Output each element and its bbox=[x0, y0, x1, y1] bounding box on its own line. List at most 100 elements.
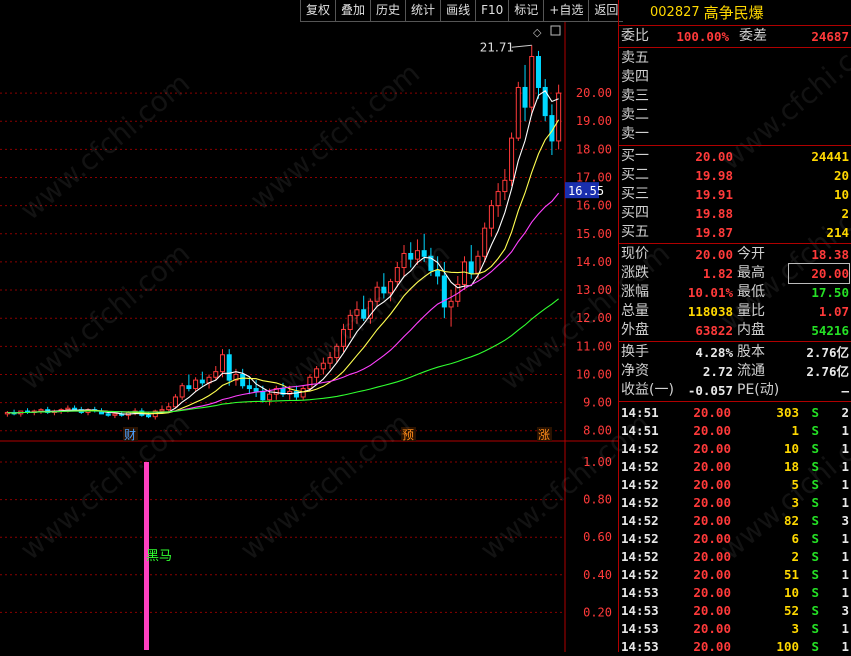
statistics-button[interactable]: 统计 bbox=[405, 0, 441, 22]
tick-price: 20.00 bbox=[693, 549, 731, 564]
price-axis-label: 16.00 bbox=[576, 199, 612, 213]
quote-row: 买五 19.87 214 bbox=[619, 223, 851, 242]
event-marker-forecast: 预 bbox=[402, 428, 414, 442]
ma5-line bbox=[7, 90, 559, 415]
tick-volume: 3 bbox=[791, 495, 799, 510]
candle-body bbox=[253, 388, 259, 392]
tick-time: 14:52 bbox=[621, 549, 659, 564]
candle-body bbox=[435, 269, 441, 277]
price-axis-label: 10.00 bbox=[576, 367, 612, 381]
quote-panel: 002827 高争民爆 委比 100.00% 委差 24687 卖五 卖四 卖三 卖二 卖一 买一… bbox=[618, 0, 851, 654]
tick-volume: 82 bbox=[783, 513, 799, 528]
buy-level-volume: 2 bbox=[841, 206, 849, 221]
candle-body bbox=[105, 413, 111, 416]
price-axis-label: 14.00 bbox=[576, 255, 612, 269]
quote-row: 收益(一) -0.057 PE(动) – bbox=[619, 381, 851, 400]
candle-body bbox=[475, 255, 481, 274]
candle-body bbox=[468, 261, 474, 274]
price-axis-label: 12.00 bbox=[576, 311, 612, 325]
tick-row[interactable]: 14:53 20.00 100 S 1 bbox=[619, 638, 851, 656]
candle-body bbox=[495, 191, 501, 207]
candle-body bbox=[482, 227, 488, 257]
quote-row: 卖五 bbox=[619, 49, 851, 68]
tick-row[interactable]: 14:52 20.00 10 S 1 bbox=[619, 440, 851, 458]
stat-value: 18.38 bbox=[811, 247, 849, 262]
stat-value: 20.00 bbox=[788, 263, 850, 284]
buy-level-volume: 214 bbox=[826, 225, 849, 240]
candle-body bbox=[441, 275, 447, 308]
indicator-axis-label: 0.80 bbox=[583, 493, 612, 507]
stock-name: 高争民爆 bbox=[703, 4, 764, 22]
tick-row[interactable]: 14:51 20.00 1 S 1 bbox=[619, 422, 851, 440]
tick-count: 2 bbox=[841, 405, 849, 420]
tick-volume: 18 bbox=[783, 459, 799, 474]
candle-body bbox=[488, 205, 494, 229]
tick-row[interactable]: 14:52 20.00 5 S 1 bbox=[619, 476, 851, 494]
tick-row[interactable]: 14:51 20.00 303 S 2 bbox=[619, 404, 851, 422]
candle-body bbox=[421, 250, 427, 257]
sell-level-label: 卖四 bbox=[621, 69, 649, 85]
diamond-icon: ◇ bbox=[533, 26, 542, 39]
candle-body bbox=[219, 354, 226, 373]
tick-count: 1 bbox=[841, 621, 849, 636]
mark-button[interactable]: 标记 bbox=[508, 0, 544, 22]
candle-body bbox=[226, 354, 232, 381]
candle-body bbox=[65, 407, 71, 411]
tick-side: S bbox=[811, 477, 819, 492]
candle-body bbox=[515, 86, 521, 139]
tick-row[interactable]: 14:52 20.00 18 S 1 bbox=[619, 458, 851, 476]
tick-row[interactable]: 14:52 20.00 82 S 3 bbox=[619, 512, 851, 530]
tick-volume: 1 bbox=[791, 423, 799, 438]
stock-header: 002827 高争民爆 bbox=[619, 0, 851, 26]
tick-row[interactable]: 14:53 20.00 10 S 1 bbox=[619, 584, 851, 602]
tick-count: 1 bbox=[841, 567, 849, 582]
tick-row[interactable]: 14:52 20.00 6 S 1 bbox=[619, 530, 851, 548]
kline-chart-svg[interactable]: 20.0019.0018.0017.0016.0015.0014.0013.00… bbox=[0, 0, 618, 652]
overlay-button[interactable]: 叠加 bbox=[335, 0, 371, 22]
restore-rights-button[interactable]: 复权 bbox=[300, 0, 336, 22]
candle-body bbox=[307, 376, 313, 390]
candle-body bbox=[193, 379, 199, 390]
tick-side: S bbox=[811, 567, 819, 582]
fin-label: 股本 bbox=[737, 344, 765, 360]
tick-volume: 100 bbox=[776, 639, 799, 654]
tick-volume: 10 bbox=[783, 441, 799, 456]
tick-row[interactable]: 14:53 20.00 52 S 3 bbox=[619, 602, 851, 620]
tick-volume: 52 bbox=[783, 603, 799, 618]
tick-side: S bbox=[811, 423, 819, 438]
tick-count: 3 bbox=[841, 603, 849, 618]
candle-body bbox=[179, 385, 185, 398]
candle-body bbox=[240, 373, 246, 387]
price-axis-label: 8.00 bbox=[583, 424, 612, 438]
draw-line-button[interactable]: 画线 bbox=[440, 0, 476, 22]
tick-price: 20.00 bbox=[693, 459, 731, 474]
tick-row[interactable]: 14:52 20.00 51 S 1 bbox=[619, 566, 851, 584]
signal-label: 黑马 bbox=[146, 549, 172, 564]
candle-body bbox=[340, 328, 347, 347]
order-ratio-label: 委比 bbox=[621, 28, 649, 44]
candle-body bbox=[327, 357, 333, 364]
tick-count: 1 bbox=[841, 441, 849, 456]
candle-body bbox=[381, 286, 387, 294]
candle-body bbox=[267, 393, 273, 401]
ma20-line bbox=[7, 192, 560, 414]
quote-row: 卖三 bbox=[619, 87, 851, 106]
tick-row[interactable]: 14:52 20.00 2 S 1 bbox=[619, 548, 851, 566]
tick-row[interactable]: 14:52 20.00 3 S 1 bbox=[619, 494, 851, 512]
quote-row: 净资 2.72 流通 2.76亿 bbox=[619, 362, 851, 381]
tick-price: 20.00 bbox=[693, 441, 731, 456]
candle-body bbox=[293, 390, 299, 398]
candle-body bbox=[448, 300, 454, 308]
f10-button[interactable]: F10 bbox=[475, 0, 509, 22]
add-watchlist-button[interactable]: +自选 bbox=[543, 0, 589, 22]
history-button[interactable]: 历史 bbox=[370, 0, 406, 22]
tick-price: 20.00 bbox=[693, 495, 731, 510]
candle-body bbox=[314, 368, 320, 378]
current-price-tag: 16.55 bbox=[568, 184, 604, 198]
buy-level-price: 19.87 bbox=[695, 225, 733, 240]
tick-count: 1 bbox=[841, 459, 849, 474]
tick-row[interactable]: 14:53 20.00 3 S 1 bbox=[619, 620, 851, 638]
kline-chart-area[interactable]: 20.00 19.00 18.00 17.00 16.00 15.00 14.00 13.00… bbox=[0, 0, 618, 652]
tick-count: 1 bbox=[841, 423, 849, 438]
tick-time: 14:53 bbox=[621, 585, 659, 600]
